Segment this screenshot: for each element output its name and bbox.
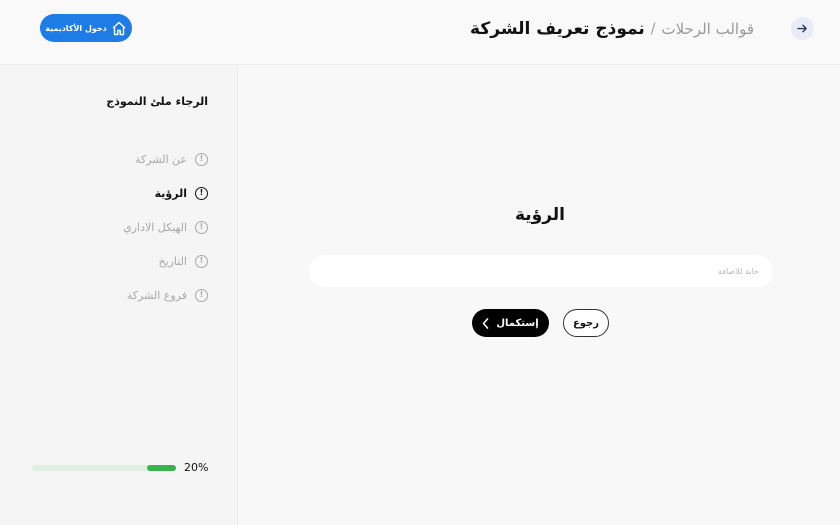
sidebar: الرجاء ملئ النموذج ! عن الشركة ! الرؤية … xyxy=(0,66,238,525)
alert-circle-icon: ! xyxy=(195,220,208,234)
continue-button-label: إستكمال xyxy=(496,317,539,329)
chevron-left-icon xyxy=(483,317,489,329)
alert-circle-icon: ! xyxy=(195,186,208,200)
step-org-structure[interactable]: ! الهيكل الاداري xyxy=(123,210,208,244)
arrow-right-icon xyxy=(797,24,807,33)
step-history[interactable]: ! التاريخ xyxy=(123,244,208,278)
page-title: نموذج تعريف الشركة xyxy=(470,19,645,39)
progress-fill xyxy=(147,464,176,471)
breadcrumb-link-journey-templates[interactable]: قوالب الرحلات xyxy=(661,20,754,38)
academy-button-label: دخول الأكاديمية xyxy=(45,23,107,33)
progress: 20% xyxy=(32,461,208,474)
continue-button[interactable]: إستكمال xyxy=(472,309,549,337)
step-about-company[interactable]: ! عن الشركة xyxy=(123,142,208,176)
back-arrow-button[interactable] xyxy=(791,17,814,40)
progress-bar xyxy=(32,464,176,471)
top-bar: قوالب الرحلات / نموذج تعريف الشركة دخول … xyxy=(0,0,840,65)
step-label: فروع الشركة xyxy=(126,288,187,302)
step-branches[interactable]: ! فروع الشركة xyxy=(123,278,208,312)
step-label: الهيكل الاداري xyxy=(123,220,187,234)
step-label: الرؤية xyxy=(154,186,187,200)
steps-list: ! عن الشركة ! الرؤية ! الهيكل الاداري ! … xyxy=(123,142,208,312)
step-label: التاريخ xyxy=(158,254,187,268)
home-icon xyxy=(112,21,126,35)
section-title: الرؤية xyxy=(514,205,566,225)
step-label: عن الشركة xyxy=(135,152,187,166)
alert-circle-icon: ! xyxy=(195,152,208,166)
back-button[interactable]: رجوع xyxy=(563,309,609,337)
breadcrumb: قوالب الرحلات / نموذج تعريف الشركة xyxy=(470,14,754,44)
progress-percent: 20% xyxy=(184,461,209,474)
sidebar-title: الرجاء ملئ النموذج xyxy=(106,95,208,108)
alert-circle-icon: ! xyxy=(195,288,208,302)
alert-circle-icon: ! xyxy=(195,254,208,268)
academy-login-button[interactable]: دخول الأكاديمية xyxy=(40,14,132,42)
step-vision[interactable]: ! الرؤية xyxy=(123,176,208,210)
vision-input[interactable] xyxy=(309,255,773,287)
breadcrumb-separator: / xyxy=(650,21,656,37)
